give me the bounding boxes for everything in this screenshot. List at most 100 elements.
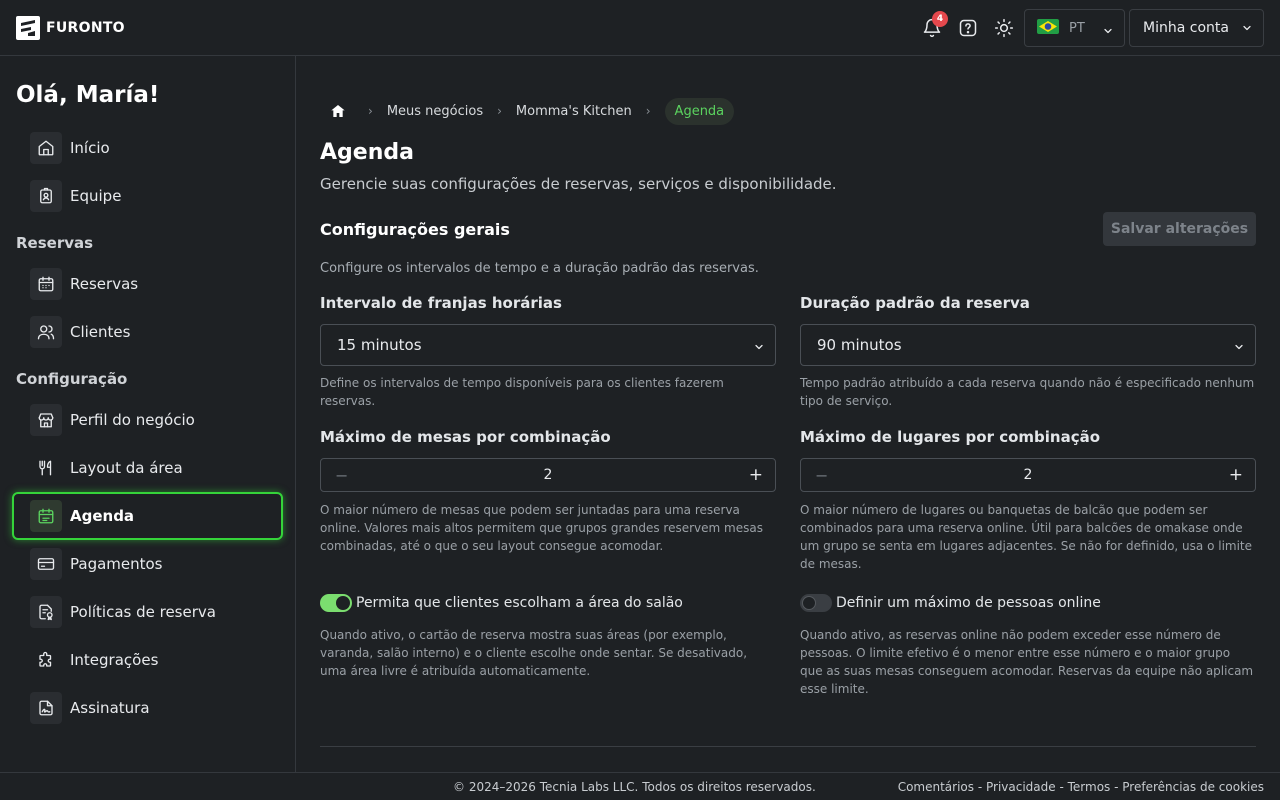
max-seats-help: O maior número de lugares ou banquetas d… — [800, 503, 1253, 571]
page-title: Agenda — [320, 140, 414, 165]
notification-badge: 4 — [932, 11, 948, 27]
sidebar-item-label: Perfil do negócio — [70, 411, 195, 429]
sidebar-item-label: Equipe — [70, 187, 122, 205]
sidebar-item-politicas-reserva[interactable]: Políticas de reserva — [12, 588, 283, 636]
sidebar-item-label: Integrações — [70, 651, 159, 669]
chevron-down-icon — [1102, 22, 1114, 41]
save-button[interactable]: Salvar alterações — [1103, 212, 1256, 246]
max-people-help: Quando ativo, as reservas online não pod… — [800, 628, 1254, 696]
decrement-button[interactable]: − — [335, 466, 348, 485]
increment-button[interactable]: + — [749, 465, 763, 485]
max-seats-stepper: − 2 + — [800, 458, 1256, 492]
footer-link-termos[interactable]: Termos — [1068, 780, 1111, 794]
sidebar-item-clientes[interactable]: Clientes — [12, 308, 283, 356]
choose-area-toggle[interactable] — [320, 594, 352, 612]
greeting: Olá, María! — [16, 82, 160, 108]
interval-label: Intervalo de franjas horárias — [320, 294, 562, 312]
footer-link-cookies[interactable]: Preferências de cookies — [1122, 780, 1264, 794]
max-tables-label: Máximo de mesas por combinação — [320, 428, 611, 446]
top-bar: FURONTO 4 PT Minha conta — [0, 0, 1280, 56]
language-selector[interactable]: PT — [1024, 9, 1125, 47]
section-description: Configure os intervalos de tempo e a dur… — [320, 261, 759, 276]
sidebar-item-layout-area[interactable]: Layout da área — [12, 444, 283, 492]
sun-icon[interactable] — [992, 16, 1016, 40]
breadcrumb-item[interactable]: Meus negócios — [387, 104, 483, 119]
copyright: © 2024–2026 Tecnia Labs LLC. Todos os di… — [453, 780, 816, 794]
chevron-right-icon: › — [368, 104, 373, 118]
chevron-down-icon — [753, 339, 765, 357]
home-icon — [30, 132, 62, 164]
brand-name: FURONTO — [46, 20, 125, 36]
footer: © 2024–2026 Tecnia Labs LLC. Todos os di… — [0, 772, 1280, 800]
increment-button[interactable]: + — [1229, 465, 1243, 485]
chevron-right-icon: › — [497, 104, 502, 118]
breadcrumb: › Meus negócios › Momma's Kitchen › Agen… — [320, 96, 735, 126]
footer-links: Comentários - Privacidade - Termos - Pre… — [898, 780, 1264, 794]
footer-separator: - — [974, 780, 986, 794]
sidebar-item-label: Clientes — [70, 323, 131, 341]
brand-logo[interactable]: FURONTO — [16, 16, 125, 40]
language-code: PT — [1069, 20, 1085, 36]
breadcrumb-current: Agenda — [664, 97, 735, 125]
max-tables-value[interactable]: 2 — [321, 467, 775, 483]
calendar-icon — [30, 268, 62, 300]
footer-separator: - — [1055, 780, 1068, 794]
duration-help: Tempo padrão atribuído a cada reserva qu… — [800, 376, 1255, 408]
card-icon — [30, 548, 62, 580]
home-icon[interactable] — [320, 103, 354, 119]
sidebar-item-label: Layout da área — [70, 459, 183, 477]
main-content: › Meus negócios › Momma's Kitchen › Agen… — [296, 56, 1280, 772]
sidebar-item-label: Políticas de reserva — [70, 603, 216, 621]
account-menu-button[interactable]: Minha conta — [1129, 9, 1264, 47]
help-icon[interactable] — [956, 16, 980, 40]
choose-area-row: Permita que clientes escolham a área do … — [320, 594, 683, 612]
policy-icon — [30, 596, 62, 628]
sidebar-item-integracoes[interactable]: Integrações — [12, 636, 283, 684]
max-tables-stepper: − 2 + — [320, 458, 776, 492]
signature-icon — [30, 692, 62, 724]
footer-link-privacidade[interactable]: Privacidade — [986, 780, 1056, 794]
sidebar-item-label: Assinatura — [70, 699, 150, 717]
sidebar-item-label: Início — [70, 139, 110, 157]
account-label: Minha conta — [1143, 20, 1229, 36]
interval-help: Define os intervalos de tempo disponívei… — [320, 376, 724, 408]
sidebar-item-inicio[interactable]: Início — [12, 124, 283, 172]
max-seats-label: Máximo de lugares por combinação — [800, 428, 1101, 446]
sidebar-item-pagamentos[interactable]: Pagamentos — [12, 540, 283, 588]
max-people-toggle[interactable] — [800, 594, 832, 612]
chevron-right-icon: › — [645, 104, 651, 118]
footer-separator: - — [1110, 780, 1123, 794]
decrement-button[interactable]: − — [815, 466, 828, 485]
max-tables-help: O maior número de mesas que podem ser ju… — [320, 503, 763, 553]
sidebar-item-assinatura[interactable]: Assinatura — [12, 684, 283, 732]
furonto-logo-icon — [16, 16, 40, 40]
sidebar-item-equipe[interactable]: Equipe — [12, 172, 283, 220]
badge-icon — [30, 180, 62, 212]
chevron-down-icon — [1233, 339, 1245, 357]
puzzle-icon — [30, 644, 62, 676]
page-subtitle: Gerencie suas configurações de reservas,… — [320, 175, 837, 193]
sidebar-item-label: Pagamentos — [70, 555, 163, 573]
section-title: Configurações gerais — [320, 220, 510, 239]
sidebar-item-reservas[interactable]: Reservas — [12, 260, 283, 308]
choose-area-label: Permita que clientes escolham a área do … — [356, 595, 683, 611]
sidebar-item-agenda[interactable]: Agenda — [12, 492, 283, 540]
chevron-down-icon — [1241, 22, 1253, 38]
divider — [320, 746, 1256, 747]
max-seats-value[interactable]: 2 — [801, 467, 1255, 483]
duration-label: Duração padrão da reserva — [800, 294, 1030, 312]
footer-link-comentarios[interactable]: Comentários — [898, 780, 974, 794]
calendar-edit-icon — [30, 500, 62, 532]
sidebar-item-label: Reservas — [70, 275, 139, 293]
interval-select[interactable]: 15 minutos — [320, 324, 776, 366]
sidebar-item-perfil-negocio[interactable]: Perfil do negócio — [12, 396, 283, 444]
section-label-reservas: Reservas — [16, 234, 94, 252]
brazil-flag-icon — [1037, 18, 1059, 38]
choose-area-help: Quando ativo, o cartão de reserva mostra… — [320, 628, 748, 678]
max-people-label: Definir um máximo de pessoas online — [836, 595, 1101, 611]
duration-select[interactable]: 90 minutos — [800, 324, 1256, 366]
users-icon — [30, 316, 62, 348]
duration-value: 90 minutos — [817, 336, 902, 354]
breadcrumb-item[interactable]: Momma's Kitchen — [516, 104, 632, 119]
utensils-icon — [30, 452, 62, 484]
